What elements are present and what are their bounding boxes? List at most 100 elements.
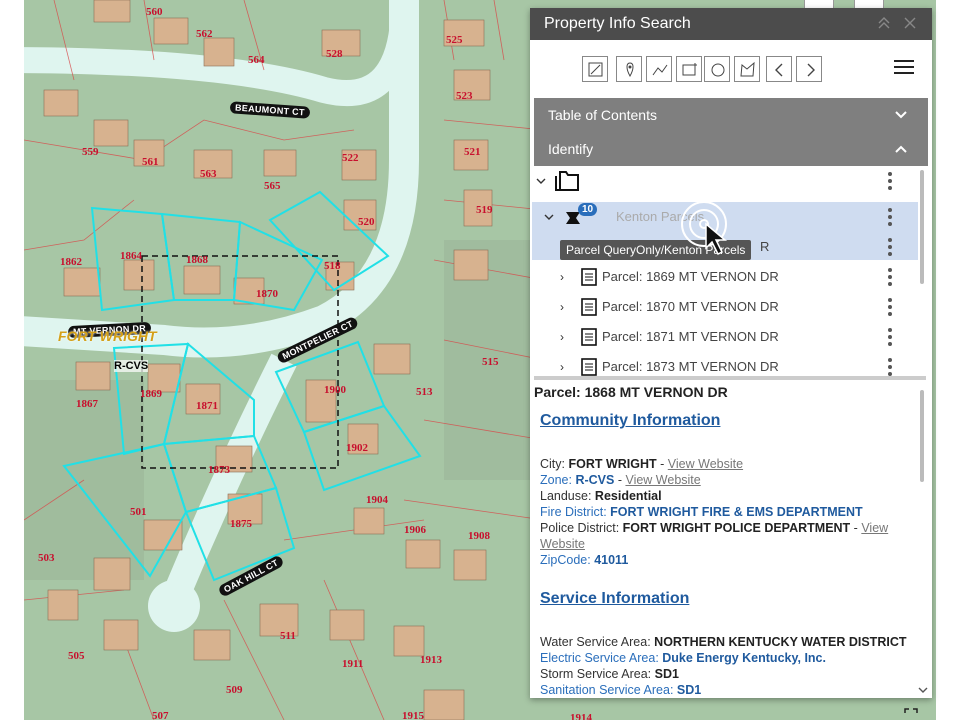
close-icon[interactable] bbox=[902, 16, 918, 32]
folder-icon bbox=[555, 171, 579, 191]
tree-item-label: Parcel: 1870 MT VERNON DR bbox=[602, 299, 779, 314]
panel-header: Property Info Search bbox=[530, 8, 932, 40]
zone-label: Zone: bbox=[540, 473, 576, 487]
service-heading[interactable]: Service Information bbox=[540, 590, 920, 608]
forward-icon[interactable] bbox=[796, 56, 822, 82]
lot-label: 518 bbox=[324, 260, 341, 272]
point-icon[interactable] bbox=[616, 56, 642, 82]
electric-label: Electric Service Area: bbox=[540, 651, 663, 665]
more-options-icon[interactable] bbox=[888, 238, 892, 259]
lot-label: 565 bbox=[264, 180, 281, 192]
collapse-panel-icon[interactable] bbox=[876, 16, 892, 32]
lot-label: 1900 bbox=[324, 384, 346, 396]
chevron-right-icon[interactable]: › bbox=[560, 330, 564, 344]
tree-item-row[interactable]: › Parcel: 1873 MT VERNON DR bbox=[534, 352, 914, 378]
sanitation-label: Sanitation Service Area: bbox=[540, 683, 677, 697]
zip-row: ZipCode: 41011 bbox=[540, 552, 920, 568]
police-value: FORT WRIGHT POLICE DEPARTMENT bbox=[622, 521, 851, 535]
lot-label: 523 bbox=[456, 90, 473, 102]
lot-label: 513 bbox=[416, 386, 433, 398]
city-row: City: FORT WRIGHT - View Website bbox=[540, 457, 744, 471]
storm-value: SD1 bbox=[654, 667, 679, 681]
toolbar bbox=[530, 40, 932, 98]
lot-label: 515 bbox=[482, 356, 499, 368]
chevron-down-icon[interactable] bbox=[536, 176, 546, 186]
lot-label: 1875 bbox=[230, 518, 252, 530]
tree-item-label: R bbox=[760, 239, 770, 254]
document-icon bbox=[581, 358, 597, 376]
zip-value: 41011 bbox=[594, 553, 629, 567]
chevron-down-icon[interactable] bbox=[544, 212, 554, 222]
tree-item-label: Parcel: 1873 MT VERNON DR bbox=[602, 359, 779, 374]
community-heading[interactable]: Community Information bbox=[540, 412, 920, 430]
scroll-down-icon[interactable] bbox=[918, 686, 928, 694]
circle-icon[interactable] bbox=[704, 56, 730, 82]
lot-label: 503 bbox=[38, 552, 55, 564]
panel-splitter[interactable] bbox=[534, 376, 926, 380]
more-options-icon[interactable] bbox=[888, 268, 892, 289]
police-row: Police District: FORT WRIGHT POLICE DEPA… bbox=[540, 521, 889, 551]
lot-label: 1913 bbox=[420, 654, 442, 666]
zone-website-link[interactable]: View Website bbox=[625, 473, 700, 487]
select-icon[interactable] bbox=[582, 56, 608, 82]
city-label: FORT WRIGHT bbox=[58, 328, 157, 344]
zone-row: Zone: R-CVS - View Website bbox=[540, 473, 701, 487]
lot-label: 562 bbox=[196, 28, 213, 40]
zip-label: ZipCode: bbox=[540, 553, 595, 567]
landuse-label: Landuse: bbox=[540, 489, 595, 503]
result-count-badge: 10 bbox=[578, 203, 598, 216]
parcel-title: Parcel: 1868 MT VERNON DR bbox=[534, 384, 728, 400]
lot-label: 507 bbox=[152, 710, 169, 720]
more-options-icon[interactable] bbox=[888, 358, 892, 378]
tree-item-row[interactable]: › Parcel: 1869 MT VERNON DR bbox=[534, 262, 914, 292]
section-identify[interactable]: Identify bbox=[534, 132, 928, 166]
tree-item-row[interactable]: › Parcel: 1871 MT VERNON DR bbox=[534, 322, 914, 352]
cursor-icon bbox=[681, 201, 728, 256]
tree-scrollbar[interactable] bbox=[920, 170, 924, 284]
chevron-down-icon bbox=[895, 111, 907, 119]
polyline-icon[interactable] bbox=[646, 56, 672, 82]
details-scrollbar[interactable] bbox=[920, 390, 924, 482]
more-options-icon[interactable] bbox=[888, 208, 892, 229]
water-label: Water Service Area: bbox=[540, 635, 655, 649]
lot-label: 1870 bbox=[256, 288, 278, 300]
menu-icon[interactable] bbox=[894, 60, 914, 76]
freehand-icon[interactable] bbox=[734, 56, 760, 82]
document-icon bbox=[581, 298, 597, 316]
tree-item-label: Parcel: 1871 MT VERNON DR bbox=[602, 329, 779, 344]
city-website-link[interactable]: View Website bbox=[668, 457, 743, 471]
lot-label: 560 bbox=[146, 6, 163, 18]
landuse-row: Landuse: Residential bbox=[540, 488, 920, 504]
tree-item-row[interactable]: › Parcel: 1870 MT VERNON DR bbox=[534, 292, 914, 322]
lot-label: 525 bbox=[446, 34, 463, 46]
chevron-right-icon[interactable]: › bbox=[560, 360, 564, 374]
lot-label: 522 bbox=[342, 152, 359, 164]
chevron-right-icon[interactable]: › bbox=[560, 300, 564, 314]
more-options-icon[interactable] bbox=[888, 328, 892, 349]
chevron-right-icon[interactable]: › bbox=[560, 270, 564, 284]
lot-label: 1871 bbox=[196, 400, 218, 412]
back-icon[interactable] bbox=[766, 56, 792, 82]
more-options-icon[interactable] bbox=[888, 298, 892, 319]
lot-label: 1867 bbox=[76, 398, 98, 410]
fire-value: FORT WRIGHT FIRE & EMS DEPARTMENT bbox=[610, 505, 863, 519]
rectangle-icon[interactable] bbox=[676, 56, 702, 82]
fire-label: Fire District: bbox=[540, 505, 611, 519]
lot-label: 1906 bbox=[404, 524, 426, 536]
lot-label: 509 bbox=[226, 684, 243, 696]
landuse-value: Residential bbox=[594, 489, 662, 503]
city-value: FORT WRIGHT bbox=[568, 457, 657, 471]
chevron-up-icon bbox=[895, 145, 907, 153]
fullscreen-icon[interactable] bbox=[904, 708, 918, 720]
lot-label: 501 bbox=[130, 506, 147, 518]
tree-root-row[interactable] bbox=[534, 166, 914, 196]
water-value: NORTHERN KENTUCKY WATER DISTRICT bbox=[654, 635, 907, 649]
section-label: Table of Contents bbox=[548, 107, 657, 123]
police-label: Police District: bbox=[540, 521, 623, 535]
more-options-icon[interactable] bbox=[888, 172, 892, 193]
section-table-of-contents[interactable]: Table of Contents bbox=[534, 98, 928, 132]
lot-label: 521 bbox=[464, 146, 481, 158]
panel-title: Property Info Search bbox=[544, 15, 691, 32]
lot-label: 561 bbox=[142, 156, 159, 168]
lot-label: 505 bbox=[68, 650, 85, 662]
